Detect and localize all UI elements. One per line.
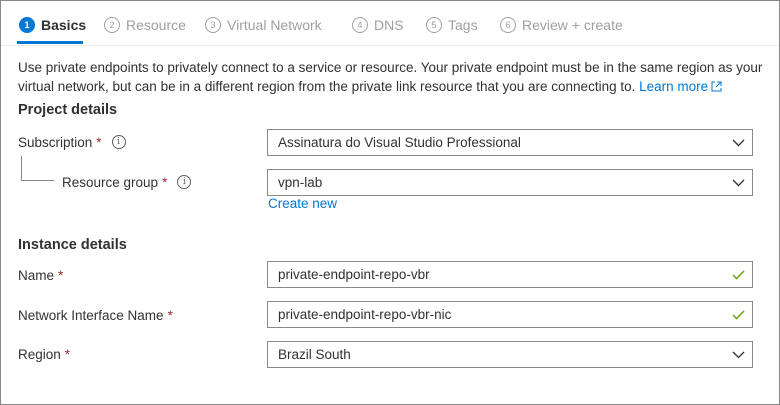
create-new-link[interactable]: Create new — [268, 196, 337, 211]
nic-name-label: Network Interface Name * — [18, 305, 173, 325]
info-icon[interactable]: i — [111, 135, 126, 149]
nic-name-value: private-endpoint-repo-vbr-nic — [278, 307, 452, 322]
required-asterisk: * — [64, 346, 71, 362]
intro-description: Use private endpoints to privately conne… — [18, 58, 763, 96]
step-1-badge: 1 — [19, 17, 35, 33]
required-asterisk: * — [162, 174, 168, 190]
name-value: private-endpoint-repo-vbr — [278, 267, 430, 282]
tab-tags[interactable]: 5 Tags — [426, 14, 478, 36]
subscription-dropdown[interactable]: Assinatura do Visual Studio Professional — [267, 129, 753, 156]
region-dropdown[interactable]: Brazil South — [267, 341, 753, 368]
chevron-down-icon — [724, 130, 752, 155]
required-asterisk: * — [96, 134, 102, 150]
learn-more-label: Learn more — [639, 79, 709, 94]
info-icon[interactable]: i — [177, 175, 192, 189]
nic-name-input[interactable]: private-endpoint-repo-vbr-nic — [267, 301, 753, 328]
chevron-down-icon — [724, 170, 752, 195]
active-tab-indicator — [17, 41, 83, 44]
step-6-badge: 6 — [500, 17, 516, 33]
tree-connector — [21, 156, 54, 181]
tab-virtual-network[interactable]: 3 Virtual Network — [205, 14, 322, 36]
wizard-tabs: 1 Basics 2 Resource 3 Virtual Network 4 … — [1, 1, 779, 46]
subscription-label-text: Subscription — [18, 134, 93, 150]
subscription-label: Subscription * i — [18, 132, 126, 152]
subscription-value: Assinatura do Visual Studio Professional — [278, 135, 521, 150]
tab-label: DNS — [374, 17, 404, 33]
resource-group-label: Resource group * i — [62, 172, 192, 192]
region-label: Region * — [18, 344, 70, 364]
nic-name-label-text: Network Interface Name — [18, 307, 164, 323]
required-asterisk: * — [58, 267, 64, 283]
tab-label: Tags — [448, 17, 478, 33]
create-private-endpoint-panel: 1 Basics 2 Resource 3 Virtual Network 4 … — [0, 0, 780, 405]
step-2-badge: 2 — [104, 17, 120, 33]
tab-review-create[interactable]: 6 Review + create — [500, 14, 623, 36]
tab-label: Review + create — [522, 17, 623, 33]
region-label-text: Region — [18, 346, 61, 362]
tab-label: Basics — [41, 17, 87, 33]
resource-group-label-text: Resource group — [62, 174, 159, 190]
name-label: Name * — [18, 265, 63, 285]
instance-details-heading: Instance details — [18, 237, 127, 253]
required-asterisk: * — [167, 307, 173, 323]
tab-label: Resource — [126, 17, 186, 33]
checkmark-icon — [724, 262, 752, 287]
tab-resource[interactable]: 2 Resource — [104, 14, 186, 36]
resource-group-value: vpn-lab — [278, 175, 323, 190]
name-input[interactable]: private-endpoint-repo-vbr — [267, 261, 753, 288]
external-link-icon — [711, 81, 722, 92]
checkmark-icon — [724, 302, 752, 327]
resource-group-dropdown[interactable]: vpn-lab — [267, 169, 753, 196]
project-details-heading: Project details — [18, 102, 118, 118]
tab-dns[interactable]: 4 DNS — [352, 14, 404, 36]
tab-basics[interactable]: 1 Basics — [19, 14, 86, 36]
step-5-badge: 5 — [426, 17, 442, 33]
step-4-badge: 4 — [352, 17, 368, 33]
name-label-text: Name — [18, 267, 55, 283]
region-value: Brazil South — [278, 347, 351, 362]
tab-label: Virtual Network — [227, 17, 322, 33]
learn-more-link[interactable]: Learn more — [639, 79, 722, 94]
chevron-down-icon — [724, 342, 752, 367]
step-3-badge: 3 — [205, 17, 221, 33]
